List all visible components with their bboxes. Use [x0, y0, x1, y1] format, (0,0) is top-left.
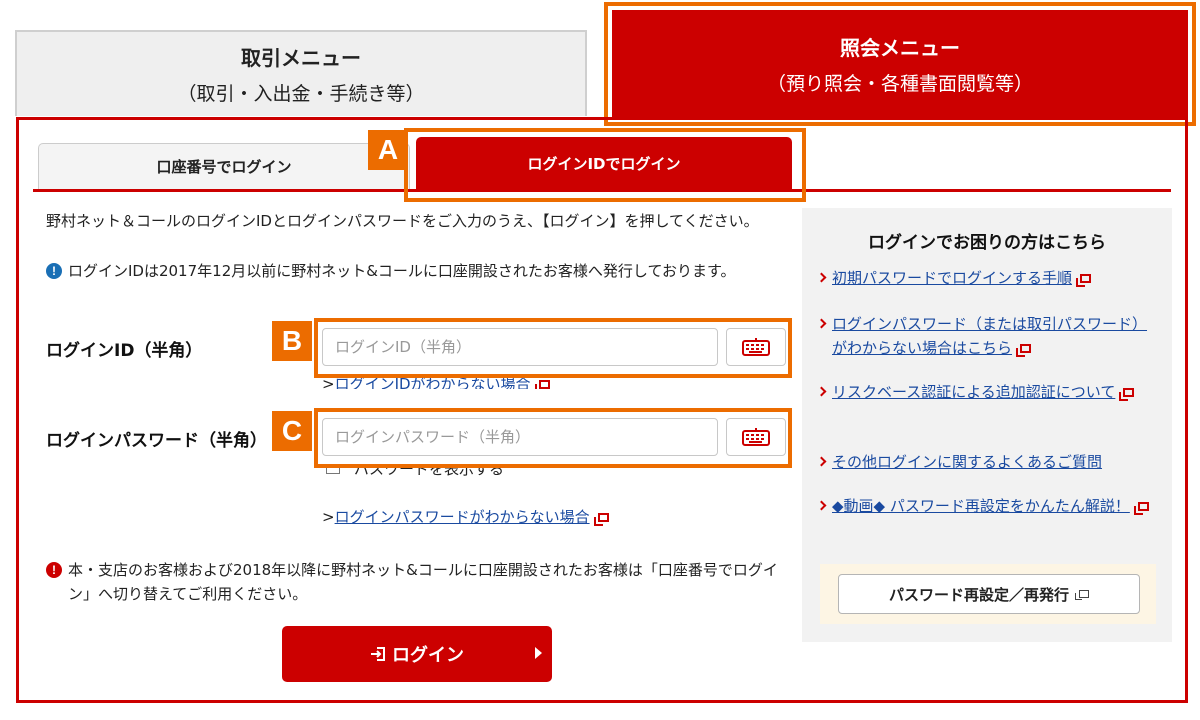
trade-menu-title: 取引メニュー — [241, 46, 361, 70]
new-window-icon — [534, 380, 550, 389]
help-item-label[interactable]: その他ログインに関するよくあるご質問 — [832, 453, 1102, 471]
highlight-box-b — [314, 318, 792, 378]
help-item-faq[interactable]: その他ログインに関するよくあるご質問 — [816, 450, 1158, 474]
forgot-password-prefix: > — [322, 508, 335, 526]
login-id-notice: ! ログインIDは2017年12月以前に野村ネット&コールに口座開設されたお客様… — [46, 260, 786, 282]
chevron-right-icon — [816, 456, 827, 467]
new-window-icon — [1119, 388, 1135, 401]
chevron-right-icon — [816, 318, 827, 329]
account-number-warning-text: 本・支店のお客様および2018年以降に野村ネット&コールに口座開設されたお客様は… — [68, 561, 778, 603]
login-button[interactable]: ログイン — [282, 626, 552, 682]
login-id-notice-text: ログインIDは2017年12月以前に野村ネット&コールに口座開設されたお客様へ発… — [68, 262, 736, 280]
chevron-right-icon — [816, 500, 827, 511]
trade-menu-tab[interactable]: 取引メニュー （取引・入出金・手続き等） — [15, 30, 587, 116]
login-id-label: ログインID（半角） — [46, 341, 203, 361]
inquiry-menu-title: 照会メニュー — [840, 36, 960, 60]
help-item-label[interactable]: ログインパスワード（または取引パスワード）がわからない場合はこちら — [832, 315, 1147, 357]
chevron-right-icon — [816, 272, 827, 283]
login-help-panel: ログインでお困りの方はこちら 初期パスワードでログインする手順 ログインパスワー… — [802, 208, 1172, 642]
new-window-icon — [1016, 344, 1032, 357]
password-reset-label: パスワード再設定／再発行 — [888, 585, 1069, 604]
badge-a: A — [368, 130, 408, 170]
password-reset-button[interactable]: パスワード再設定／再発行 — [838, 574, 1140, 614]
help-panel-title: ログインでお困りの方はこちら — [868, 233, 1106, 253]
inquiry-menu-subtitle: （預り照会・各種書面閲覧等） — [766, 73, 1033, 95]
new-window-icon — [1133, 502, 1149, 515]
trade-menu-subtitle: （取引・入出金・手続き等） — [177, 83, 425, 105]
forgot-password-link[interactable]: ログインパスワードがわからない場合 — [335, 508, 590, 526]
login-icon — [371, 647, 385, 661]
help-item-label[interactable]: 初期パスワードでログインする手順 — [832, 269, 1072, 287]
highlight-box-a — [404, 128, 806, 202]
tab-account-number-login[interactable]: 口座番号でログイン — [38, 143, 410, 189]
chevron-right-icon — [816, 386, 827, 397]
login-button-label: ログイン — [392, 645, 464, 666]
warning-icon: ! — [46, 562, 62, 578]
help-item-label[interactable]: リスクベース認証による追加認証について — [832, 383, 1115, 401]
password-reset-area: パスワード再設定／再発行 — [820, 564, 1156, 624]
inquiry-menu-tab[interactable]: 照会メニュー （預り照会・各種書面閲覧等） — [612, 10, 1188, 118]
new-window-icon — [1076, 274, 1092, 287]
new-window-icon — [1075, 590, 1089, 600]
info-icon: ! — [46, 263, 62, 279]
badge-c: C — [272, 411, 312, 451]
help-item-initial-password[interactable]: 初期パスワードでログインする手順 — [816, 266, 1158, 290]
help-item-risk-based-auth[interactable]: リスクベース認証による追加認証について — [816, 380, 1158, 404]
intro-text: 野村ネット＆コールのログインIDとログインパスワードをご入力のうえ、【ログイン】… — [46, 212, 759, 230]
password-label: ログインパスワード（半角） — [46, 431, 267, 451]
help-item-label[interactable]: ◆動画◆ パスワード再設定をかんたん解説！ — [832, 497, 1130, 515]
account-number-warning: ! 本・支店のお客様および2018年以降に野村ネット&コールに口座開設されたお客… — [46, 558, 786, 606]
new-window-icon — [593, 513, 609, 526]
help-item-video[interactable]: ◆動画◆ パスワード再設定をかんたん解説！ — [816, 494, 1158, 518]
help-item-forgot-password[interactable]: ログインパスワード（または取引パスワード）がわからない場合はこちら — [816, 312, 1158, 360]
forgot-password-link-row: >ログインパスワードがわからない場合 — [322, 506, 609, 527]
badge-b: B — [272, 321, 312, 361]
arrow-right-icon — [535, 647, 542, 659]
show-password-row[interactable]: パスワードを表示する — [326, 466, 504, 480]
highlight-box-c — [314, 408, 792, 468]
